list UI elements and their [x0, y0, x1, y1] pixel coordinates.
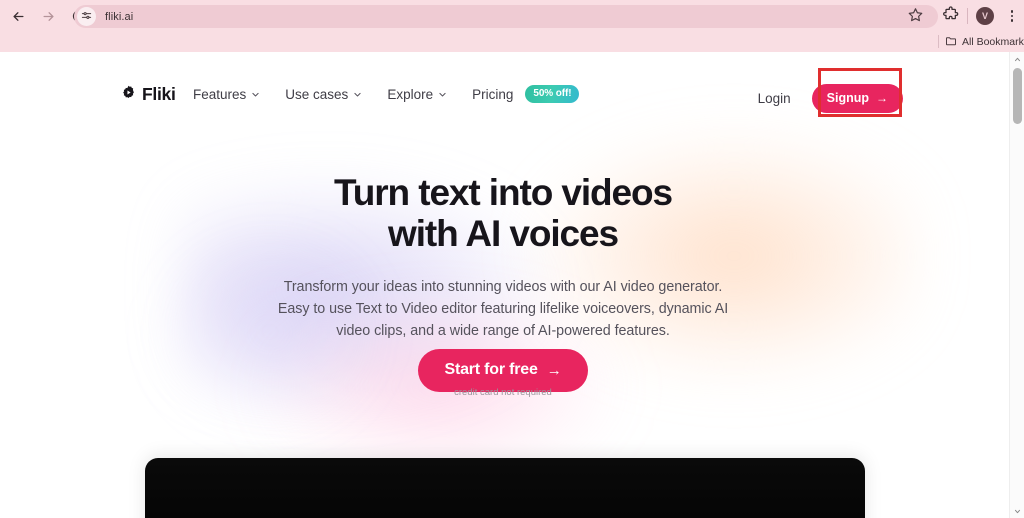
subheading-line-3: video clips, and a wide range of AI-powe… — [336, 323, 670, 340]
chevron-down-icon — [353, 87, 362, 102]
start-for-free-button[interactable]: Start for free → — [418, 349, 588, 392]
bookmarks-divider — [938, 35, 939, 48]
fliki-logo-text: Fliki — [142, 84, 176, 104]
page-title: Turn text into videos with AI voices — [0, 172, 1006, 254]
nav-item-pricing[interactable]: Pricing 50% off! — [472, 85, 580, 103]
chevron-down-icon — [251, 87, 260, 102]
site-navigation: Fliki Features Use cases Explore Pricing… — [0, 74, 1006, 118]
browser-chrome: fliki.ai V All Bookmarks — [0, 0, 1024, 52]
chevron-down-icon — [438, 87, 447, 102]
back-arrow-icon — [11, 9, 26, 24]
tune-sliders-icon — [81, 8, 92, 26]
extensions-puzzle-icon — [942, 6, 959, 27]
arrow-right-icon: → — [876, 91, 888, 105]
toolbar-divider — [967, 8, 968, 24]
login-link[interactable]: Login — [758, 91, 791, 106]
nav-item-explore-label: Explore — [387, 86, 434, 102]
avatar[interactable]: V — [976, 7, 994, 25]
nav-right-actions: Login Signup → — [758, 84, 903, 113]
url-text[interactable]: fliki.ai — [105, 11, 133, 23]
scroll-down-arrow-icon[interactable] — [1010, 504, 1024, 518]
nav-item-use-cases[interactable]: Use cases — [285, 87, 362, 102]
address-bar[interactable]: fliki.ai — [74, 5, 938, 28]
arrow-right-icon: → — [546, 361, 562, 379]
page-scrollbar[interactable] — [1009, 52, 1024, 518]
hero-video-player[interactable] — [145, 458, 865, 518]
headline-line-1: Turn text into videos — [333, 172, 673, 213]
bookmark-button[interactable] — [906, 7, 925, 26]
bookmarks-bar — [0, 32, 1024, 52]
bookmark-star-icon — [908, 7, 923, 27]
promo-badge[interactable]: 50% off! — [525, 85, 580, 103]
nav-item-features-label: Features — [193, 86, 247, 102]
headline-line-2: with AI voices — [388, 213, 619, 255]
nav-item-use-cases-label: Use cases — [285, 86, 349, 102]
site-settings-button[interactable] — [77, 7, 96, 26]
forward-arrow-icon — [41, 9, 56, 24]
subheading-line-2: Easy to use Text to Video editor featuri… — [277, 301, 729, 318]
page-viewport: Fliki Features Use cases Explore Pricing… — [0, 52, 1024, 518]
cta-label: Start for free — [444, 361, 538, 378]
signup-button-label: Signup — [826, 91, 869, 105]
signup-button[interactable]: Signup → — [811, 84, 903, 113]
nav-links: Features Use cases Explore Pricing 50% o… — [193, 85, 580, 103]
extensions-button[interactable] — [940, 6, 961, 27]
cta-container: Start for free → — [0, 349, 1006, 392]
all-bookmarks-button[interactable]: All Bookmarks — [945, 34, 1024, 50]
nav-item-pricing-label: Pricing — [472, 86, 514, 102]
cta-note: credit card not required — [454, 387, 552, 398]
hero-subheading: Transform your ideas into stunning video… — [0, 276, 1006, 342]
back-button[interactable] — [4, 2, 32, 30]
fliki-logo[interactable]: Fliki — [121, 84, 176, 105]
scroll-up-arrow-icon[interactable] — [1010, 52, 1024, 66]
nav-item-features[interactable]: Features — [193, 87, 260, 102]
folder-icon — [945, 35, 957, 50]
screen: fliki.ai V All Bookmarks Fliki Features … — [0, 0, 1024, 518]
all-bookmarks-label: All Bookmarks — [962, 36, 1024, 48]
scrollbar-thumb[interactable] — [1013, 68, 1022, 124]
fliki-gear-play-logo-icon — [121, 85, 136, 105]
nav-item-explore[interactable]: Explore — [387, 87, 447, 102]
subheading-line-1: Transform your ideas into stunning video… — [283, 279, 723, 295]
three-dot-menu-icon[interactable] — [1003, 7, 1021, 25]
forward-button[interactable] — [34, 2, 62, 30]
